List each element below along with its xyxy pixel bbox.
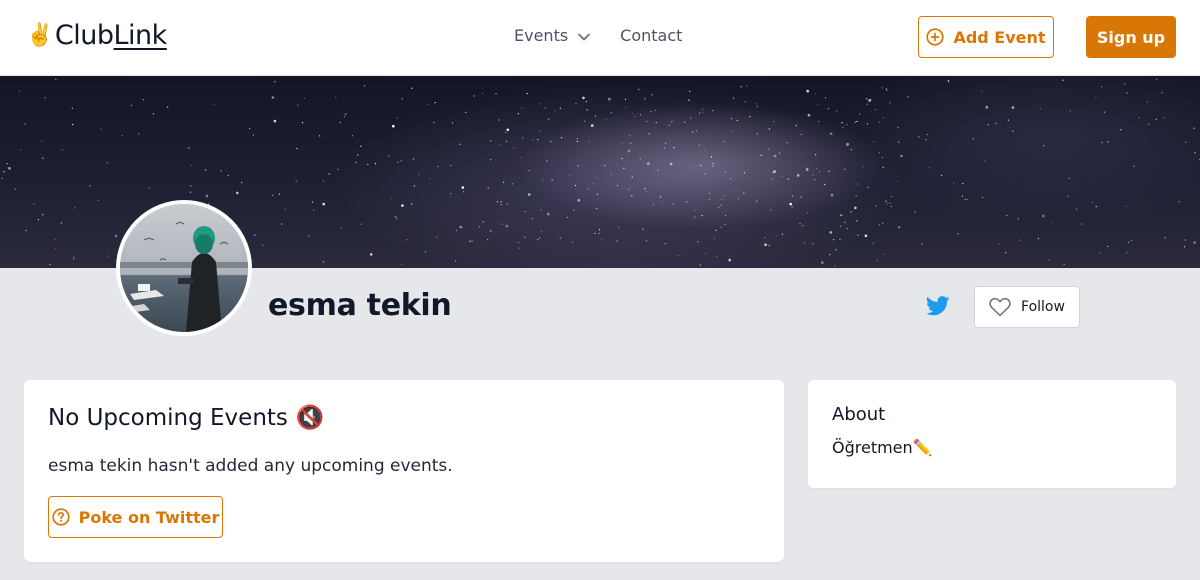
- no-events-message: esma tekin hasn't added any upcoming eve…: [48, 456, 453, 476]
- question-circle-icon: [51, 508, 70, 526]
- victory-hand-icon: ✌️: [26, 23, 53, 48]
- profile-avatar: [116, 200, 252, 336]
- contact-link[interactable]: Contact: [620, 26, 682, 45]
- logo-text-link: Link: [113, 20, 168, 51]
- plus-circle-icon: [926, 28, 945, 46]
- about-heading: About: [832, 404, 886, 425]
- nav-links: Events Contact: [514, 26, 682, 45]
- events-dropdown-label: Events: [514, 26, 569, 45]
- avatar-photo: [120, 204, 248, 332]
- add-event-label: Add Event: [953, 27, 1046, 47]
- about-text: Öğretmen✏️: [832, 438, 933, 457]
- profile-name: esma tekin: [268, 288, 452, 323]
- chevron-down-icon: [578, 33, 591, 40]
- about-card: About Öğretmen✏️: [808, 380, 1176, 488]
- events-heading-text: No Upcoming Events: [48, 404, 288, 431]
- twitter-icon[interactable]: [926, 296, 950, 316]
- poke-on-twitter-button[interactable]: Poke on Twitter: [48, 496, 223, 538]
- follow-label: Follow: [1021, 299, 1065, 315]
- follow-button[interactable]: Follow: [974, 286, 1080, 328]
- heart-icon: [989, 297, 1011, 317]
- events-dropdown[interactable]: Events: [514, 26, 591, 45]
- add-event-button[interactable]: Add Event: [918, 16, 1054, 58]
- muted-speaker-icon: 🔇: [295, 405, 325, 431]
- upcoming-events-card: No Upcoming Events 🔇 esma tekin hasn't a…: [24, 380, 784, 562]
- poke-label: Poke on Twitter: [78, 507, 220, 527]
- clublink-logo[interactable]: ✌️ Club Link: [26, 20, 167, 51]
- events-heading: No Upcoming Events 🔇: [48, 404, 325, 432]
- top-navbar: ✌️ Club Link Events Contact Add Event Sig…: [0, 0, 1200, 76]
- logo-text-club: Club: [54, 20, 114, 51]
- sign-up-button[interactable]: Sign up: [1086, 16, 1176, 58]
